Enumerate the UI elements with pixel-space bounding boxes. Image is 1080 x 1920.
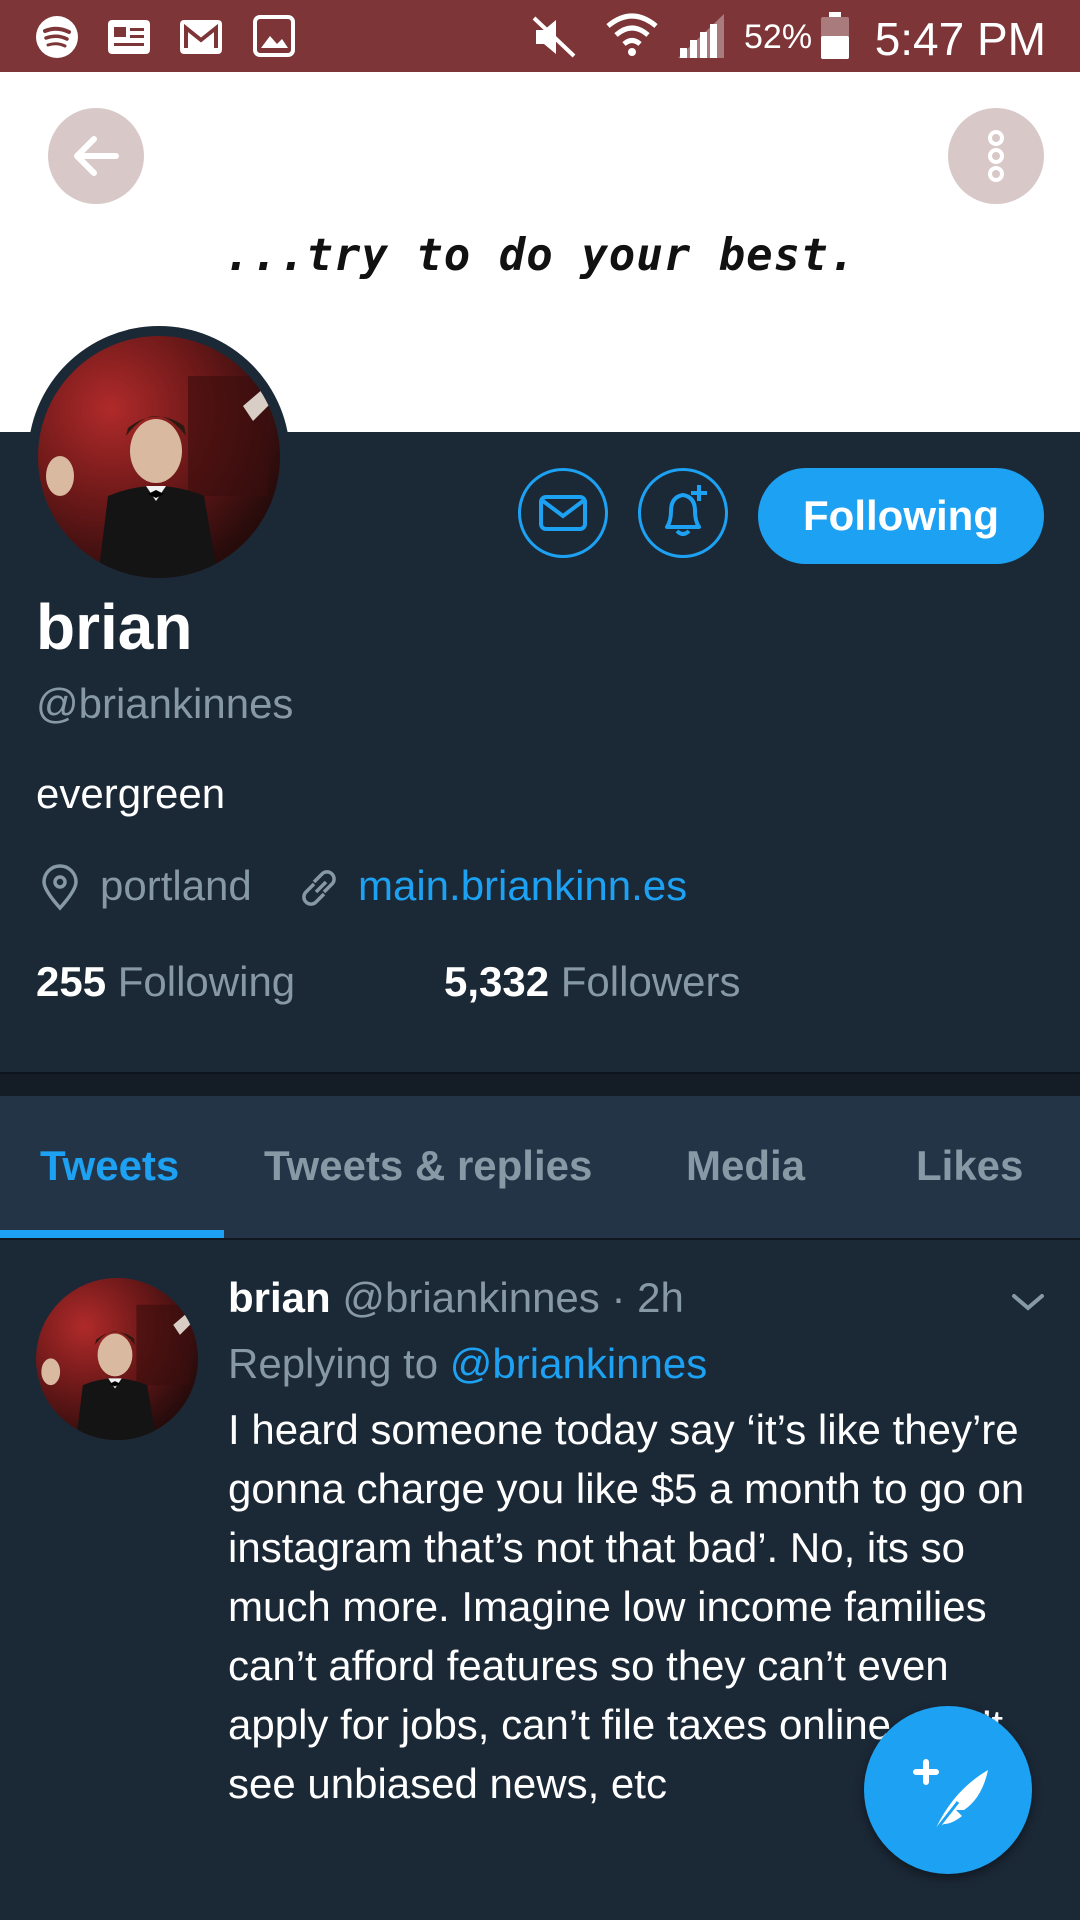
tweet-timestamp: 2h	[637, 1274, 684, 1321]
followers-count: 5,332	[444, 958, 550, 1005]
tweet-header: brian @briankinnes · 2h	[228, 1274, 684, 1322]
envelope-icon	[539, 495, 587, 531]
profile-website-link[interactable]: main.briankinn.es	[358, 862, 687, 910]
profile-handle: @briankinnes	[36, 680, 294, 727]
followers-stat[interactable]: 5,332 Followers	[444, 958, 741, 1006]
feather-plus-icon	[913, 1759, 988, 1831]
spotify-icon	[36, 16, 78, 58]
tweet-avatar[interactable]	[36, 1278, 198, 1440]
arrow-left-icon	[74, 136, 119, 176]
profile-avatar[interactable]	[28, 326, 290, 588]
message-button[interactable]	[518, 468, 608, 558]
location-pin-icon	[42, 864, 78, 911]
clock-time: 5:47 PM	[874, 13, 1046, 65]
avatar-image	[38, 336, 280, 578]
news-icon	[108, 20, 150, 54]
battery-percent: 52%	[744, 18, 813, 56]
banner-quote: ...try to do your best.	[223, 230, 857, 281]
tab-media[interactable]: Media	[686, 1142, 805, 1190]
compose-tweet-button[interactable]	[864, 1706, 1032, 1874]
battery-icon	[821, 12, 849, 59]
section-divider	[0, 1072, 1080, 1098]
tab-likes[interactable]: Likes	[916, 1142, 1023, 1190]
mute-icon	[532, 16, 576, 58]
avatar-photo	[41, 1304, 197, 1440]
gallery-icon	[253, 15, 295, 57]
following-button[interactable]: Following	[758, 468, 1044, 564]
active-tab-indicator	[0, 1230, 224, 1238]
avatar-photo	[46, 376, 278, 578]
following-stat[interactable]: 255 Following	[36, 958, 295, 1006]
notify-button[interactable]	[638, 468, 728, 558]
tab-tweets-replies[interactable]: Tweets & replies	[264, 1142, 592, 1190]
chevron-down-icon[interactable]	[1010, 1290, 1046, 1314]
separator-dot: ·	[611, 1274, 626, 1321]
status-bar: 52% 5:47 PM	[0, 0, 1080, 72]
profile-bio: evergreen	[36, 770, 226, 817]
following-label: Following	[117, 958, 296, 1005]
tweet-author-name[interactable]: brian	[228, 1274, 331, 1321]
profile-tabs: Tweets Tweets & replies Media Likes	[0, 1096, 1080, 1240]
tweet-separator: ·	[600, 1274, 637, 1321]
followers-label: Followers	[560, 958, 741, 1005]
profile-location: portland	[100, 862, 252, 909]
more-options-button[interactable]	[948, 108, 1044, 204]
profile-display-name: brian	[36, 591, 193, 663]
replying-to: Replying to @briankinnes	[228, 1340, 707, 1388]
replying-prefix: Replying to	[228, 1340, 439, 1387]
replying-to-handle[interactable]: @briankinnes	[450, 1340, 707, 1387]
tab-tweets[interactable]: Tweets	[40, 1142, 179, 1190]
more-vertical-icon	[988, 130, 1004, 182]
tweet-author-handle[interactable]: @briankinnes	[342, 1274, 599, 1321]
wifi-icon	[606, 13, 658, 56]
back-button[interactable]	[48, 108, 144, 204]
signal-icon	[678, 14, 724, 58]
link-icon	[302, 870, 336, 906]
gmail-icon	[180, 20, 222, 54]
following-count: 255	[36, 958, 107, 1005]
bell-plus-icon	[665, 485, 707, 536]
